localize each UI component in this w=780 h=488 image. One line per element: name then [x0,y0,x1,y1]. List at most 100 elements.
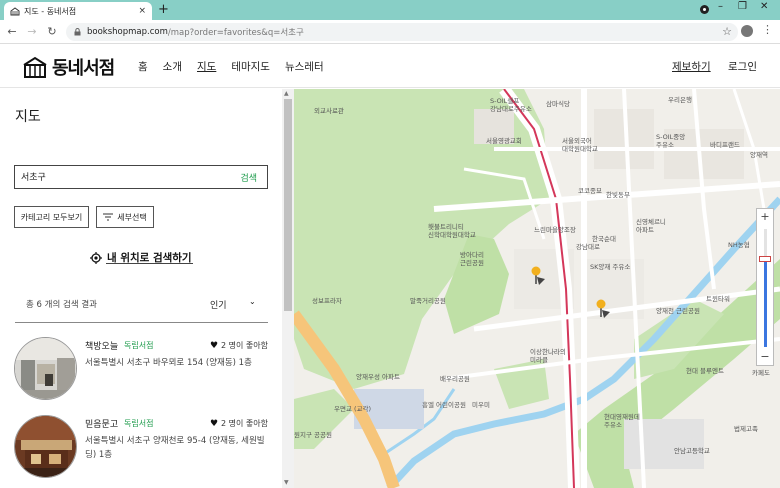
scroll-down-icon[interactable]: ▼ [284,479,289,486]
scroll-up-icon[interactable]: ▲ [284,90,289,97]
address-bar: ← → ↻ bookshopmap.com/map?order=favorite… [0,20,780,44]
recording-icon [700,5,709,14]
close-window-button[interactable]: ✕ [760,1,768,12]
zoom-slider[interactable] [764,229,767,347]
nav-newsletter[interactable]: 뉴스레터 [285,59,324,74]
map-label[interactable]: 한빛동부 [606,190,630,199]
shop-thumbnail[interactable] [14,415,77,478]
main-nav: 홈 소개 지도 테마지도 뉴스레터 [138,59,339,74]
map-label[interactable]: 법제고족 [734,424,758,433]
map-label[interactable]: 미우미 [472,400,490,409]
new-tab-button[interactable]: + [158,2,169,18]
zoom-in-button[interactable]: + [757,210,773,223]
back-icon[interactable]: ← [4,25,20,38]
minimize-button[interactable]: – [718,1,723,12]
shop-likes[interactable]: ♥ 2 명이 좋아함 [210,340,268,351]
browser-tab[interactable]: 지도 - 동네서점 × [4,2,152,20]
search-input[interactable] [21,171,221,181]
map-label[interactable]: 서울영광교회 [486,136,522,145]
map-label[interactable]: 양재역 [750,150,768,159]
panel-scrollbar[interactable]: ▲ ▼ [282,89,294,488]
nav-about[interactable]: 소개 [163,59,182,74]
map-label[interactable]: 양재천 근린공원 [656,306,700,315]
search-box: 검색 [14,165,268,189]
shop-photo [15,338,76,399]
map-label[interactable]: 우면교 (교각) [334,404,371,413]
shop-list-item[interactable]: 믿음문고 독립서점 ♥ 2 명이 좋아함 서울특별시 서초구 양재천로 95-4 … [14,415,268,483]
shop-category-tag: 독립서점 [124,341,154,350]
bookmark-star-icon[interactable]: ☆ [722,25,732,38]
reload-icon[interactable]: ↻ [44,25,60,38]
map-label[interactable]: 원지구 공공원 [294,430,332,439]
shop-thumbnail[interactable] [14,337,77,400]
map-label[interactable]: 배우리공원 [440,374,470,383]
map-label[interactable]: 바디프랜드 [710,140,740,149]
map-label[interactable]: 말죽거리공원 [410,296,446,305]
map-label[interactable]: 흥엘 어린이공원 [422,400,466,409]
shop-likes-count: 2 명이 좋아함 [221,341,268,350]
zoom-slider-fill [764,258,767,347]
map-label[interactable]: NH농협 [728,240,750,249]
divider [15,322,268,323]
map-label[interactable]: 카페도 [752,368,770,377]
map-label[interactable]: 우리은행 [668,95,692,104]
map-label[interactable]: 양재우성 아파트 [356,372,400,381]
map-canvas[interactable]: 외교사료관S-OIL셀프 강남대로주유소삼마식당 우리은행서울외국어 대학원대학교서울… [294,89,780,488]
maximize-button[interactable]: ❐ [738,1,747,12]
tab-title: 지도 - 동네서점 [24,6,77,16]
browser-tab-bar: 지도 - 동네서점 × + – ❐ ✕ [0,0,780,20]
browser-menu-icon[interactable]: ⋮ [762,23,773,36]
map-label[interactable]: 한국순대 [592,235,616,243]
map-label[interactable]: 강남대로 [576,242,600,251]
scrollbar-thumb[interactable] [284,99,292,311]
map-label[interactable]: 안남고등학교 [674,446,710,455]
zoom-out-button[interactable]: − [757,350,773,363]
map-label[interactable]: 외교사료관 [314,106,344,115]
map-label[interactable]: 방아다리 근린공원 [460,250,484,267]
profile-avatar-icon[interactable] [741,25,753,37]
search-panel: 지도 검색 카테고리 모두보기 세부선택 내 위치로 검색하기 총 6 개의 검… [0,89,282,488]
sort-select[interactable]: 인기 [210,298,227,311]
map-zoom-control: + − [756,208,774,366]
filter-button[interactable]: 세부선택 [96,206,154,228]
shop-list-item[interactable]: 책방오늘 독립서점 ♥ 2 명이 좋아함 서울특별시 서초구 바우뫼로 154 (… [14,337,268,405]
forward-icon[interactable]: → [24,25,40,38]
nav-home[interactable]: 홈 [138,59,148,74]
map-label[interactable]: 성보프라자 [312,296,342,305]
login-link[interactable]: 로그인 [728,59,757,74]
result-count: 총 6 개의 검색 결과 [26,300,97,310]
crosshair-icon [90,251,102,264]
map-label[interactable]: SK양재 주유소 [590,263,630,271]
nav-theme-map[interactable]: 테마지도 [231,59,270,74]
site-logo[interactable]: 동네서점 [22,54,115,80]
site-header: 동네서점 홈 소개 지도 테마지도 뉴스레터 제보하기 로그인 [0,44,780,88]
url-field[interactable]: bookshopmap.com/map?order=favorites&q=서초… [66,23,738,41]
filter-button-label: 세부선택 [117,212,147,222]
map-label[interactable]: 코코종묘 [578,187,602,195]
page-title: 지도 [15,109,41,125]
nav-map[interactable]: 지도 [197,59,216,74]
map-label[interactable]: 삼마식당 [546,99,570,108]
shop-likes[interactable]: ♥ 2 명이 좋아함 [210,418,268,429]
map-label[interactable]: 현대 블루엔트 [686,366,724,375]
tab-close-icon[interactable]: × [138,6,146,16]
report-link[interactable]: 제보하기 [672,59,711,74]
shop-name[interactable]: 책방오늘 [85,339,118,352]
logo-text: 동네서점 [52,58,115,79]
map-label[interactable]: 트윈타워 [706,294,730,303]
shop-photo [15,416,76,477]
bookshop-favicon-icon [10,6,20,15]
shop-name[interactable]: 믿음문고 [85,417,118,430]
chevron-down-icon[interactable]: ⌄ [249,297,256,306]
lock-icon [74,28,81,36]
zoom-slider-handle[interactable] [759,255,771,262]
category-button[interactable]: 카테고리 모두보기 [14,206,89,228]
building-block [624,419,704,469]
map-label[interactable]: 서울외국어 대학원대학교 [562,136,598,153]
map-label[interactable]: 느린마을양조장 [534,225,576,234]
heart-icon[interactable]: ♥ [210,419,218,429]
map-view[interactable]: 외교사료관 S-OIL셀프 강남대로주유소 삼마식당 우리은행 서울외국어 대학원대학교 서울… [294,89,780,488]
heart-icon[interactable]: ♥ [210,341,218,351]
map-label[interactable]: 신영체르니 아파트 [636,217,666,234]
search-button[interactable]: 검색 [240,171,257,184]
